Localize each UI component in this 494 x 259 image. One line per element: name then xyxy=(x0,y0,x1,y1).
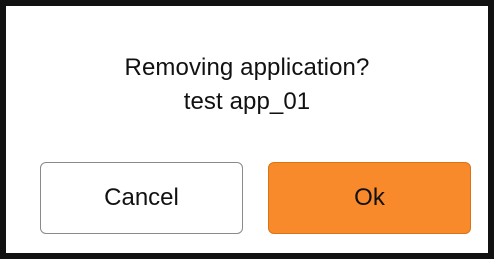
dialog-message: Removing application? test app_01 xyxy=(6,51,488,119)
application-name: test app_01 xyxy=(183,88,311,115)
confirm-remove-dialog: Removing application? test app_01 Cancel… xyxy=(0,0,494,259)
cancel-button-label: Cancel xyxy=(104,184,179,211)
cancel-button[interactable]: Cancel xyxy=(40,162,243,234)
ok-button[interactable]: Ok xyxy=(268,162,471,234)
dialog-question: Removing application? xyxy=(124,54,370,81)
ok-button-label: Ok xyxy=(354,184,385,211)
